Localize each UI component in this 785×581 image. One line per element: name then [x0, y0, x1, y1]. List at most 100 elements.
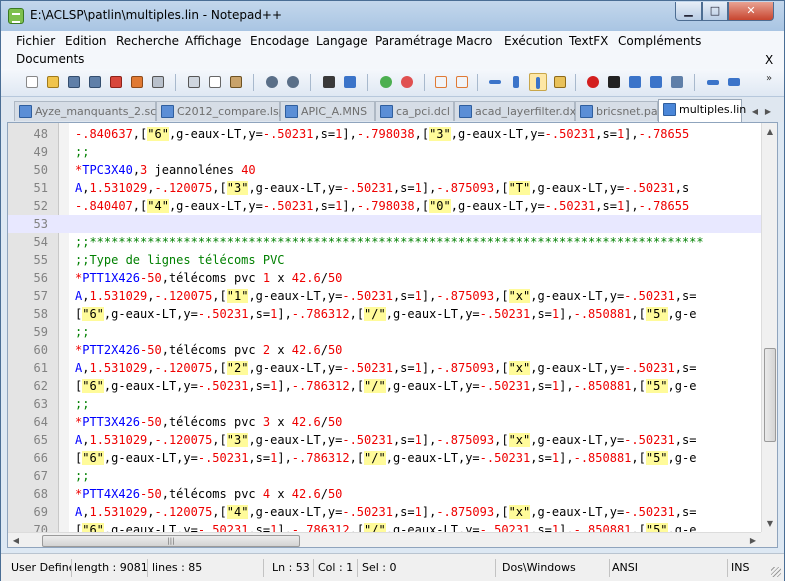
tab-acad-layerfilter[interactable]: acad_layerfilter.dxf — [454, 101, 580, 121]
menu-macro[interactable]: Macro — [456, 34, 492, 48]
redo-icon[interactable] — [284, 73, 302, 91]
line-text: *PTT2X426-50,télécoms pvc 2 x 42.6/50 — [75, 343, 343, 357]
status-insert-mode[interactable]: INS — [729, 559, 765, 577]
text-editor[interactable]: 48 -.840637,["6",g-eaux-LT,y=-.50231,s=1]… — [7, 122, 778, 548]
vertical-scroll-thumb[interactable] — [764, 348, 776, 442]
code-line[interactable]: 65 A,1.531029,-.120075,["3",g-eaux-LT,y=-… — [8, 431, 777, 449]
save-icon[interactable] — [65, 73, 83, 91]
code-line[interactable]: 67;; — [8, 467, 777, 485]
line-text: -.840637,["6",g-eaux-LT,y=-.50231,s=1],-… — [75, 127, 690, 141]
code-line[interactable]: 55 ;;Type de lignes télécoms PVC — [8, 251, 777, 269]
line-text: *PTT1X426-50,télécoms pvc 1 x 42.6/50 — [75, 271, 343, 285]
notepadpp-icon — [8, 8, 24, 24]
title-bar[interactable]: E:\ACLSP\patlin\multiples.lin - Notepad+… — [1, 1, 784, 31]
stop-macro-icon[interactable] — [605, 73, 623, 91]
find-icon[interactable] — [320, 73, 338, 91]
code-line[interactable]: 68 *PTT4X426-50,télécoms pvc 4 x 42.6/50 — [8, 485, 777, 503]
menu-execution[interactable]: Exécution — [504, 34, 563, 48]
code-line[interactable]: 49;; — [8, 143, 777, 161]
code-line[interactable]: 64 *PTT3X426-50,télécoms pvc 3 x 42.6/50 — [8, 413, 777, 431]
tab-apic-mns[interactable]: APIC_A.MNS — [280, 101, 375, 121]
toolbar-separator — [575, 74, 576, 91]
code-line[interactable]: 56 *PTT1X426-50,télécoms pvc 1 x 42.6/50 — [8, 269, 777, 287]
code-line[interactable]: 50 *TPC3X40,3 jeannolénes 40 — [8, 161, 777, 179]
user-lang-icon[interactable] — [551, 73, 569, 91]
code-line[interactable]: 54 ;;************************************… — [8, 233, 777, 251]
code-line[interactable]: 69 A,1.531029,-.120075,["4",g-eaux-LT,y=-… — [8, 503, 777, 521]
tab-scroll-left-icon[interactable]: ◀ — [749, 105, 761, 119]
tab-ca-pci[interactable]: ca_pci.dcl — [375, 101, 454, 121]
close-all-icon[interactable] — [128, 73, 146, 91]
undo-icon[interactable] — [263, 73, 281, 91]
code-line[interactable]: 51 A,1.531029,-.120075,["3",g-eaux-LT,y=-… — [8, 179, 777, 197]
code-line[interactable]: 53 — [8, 215, 777, 233]
replace-icon[interactable] — [341, 73, 359, 91]
save-macro-icon[interactable] — [668, 73, 686, 91]
fold-all-icon[interactable] — [704, 73, 722, 91]
code-line[interactable]: 58 ["6",g-eaux-LT,y=-.50231,s=1],-.786312… — [8, 305, 777, 323]
close-file-icon[interactable] — [107, 73, 125, 91]
menu-documents[interactable]: Documents — [16, 52, 84, 66]
status-eol[interactable]: Dos\Windows — [500, 559, 610, 577]
code-line[interactable]: 61 A,1.531029,-.120075,["2",g-eaux-LT,y=-… — [8, 359, 777, 377]
code-line[interactable]: 63;; — [8, 395, 777, 413]
menu-parametrage[interactable]: Paramétrage — [375, 34, 452, 48]
show-all-chars-icon[interactable] — [507, 73, 525, 91]
print-icon[interactable] — [149, 73, 167, 91]
word-wrap-icon[interactable] — [486, 73, 504, 91]
tab-multiples-lin[interactable]: multiples.lin — [658, 99, 746, 122]
menu-fichier[interactable]: Fichier — [16, 34, 55, 48]
line-number: 57 — [33, 289, 48, 303]
tab-c2012-compare[interactable]: C2012_compare.lsp — [156, 101, 286, 121]
unfold-icon[interactable] — [725, 73, 743, 91]
menu-edition[interactable]: Edition — [65, 34, 107, 48]
tab-bricsnet[interactable]: bricsnet.pat — [575, 101, 662, 121]
zoom-in-icon[interactable] — [377, 73, 395, 91]
status-encoding[interactable]: ANSI — [610, 559, 728, 577]
code-line[interactable]: 60 *PTT2X426-50,télécoms pvc 2 x 42.6/50 — [8, 341, 777, 359]
scroll-right-icon[interactable]: ▶ — [745, 533, 761, 547]
copy-icon[interactable] — [206, 73, 224, 91]
menu-recherche[interactable]: Recherche — [116, 34, 179, 48]
new-file-icon[interactable] — [23, 73, 41, 91]
toolbar-overflow-icon[interactable]: » — [766, 73, 772, 84]
minimize-button[interactable]: ▁ — [675, 2, 702, 21]
code-line[interactable]: 52 -.840407,["4",g-eaux-LT,y=-.50231,s=1]… — [8, 197, 777, 215]
zoom-out-icon[interactable] — [398, 73, 416, 91]
sync-horizontal-icon[interactable] — [453, 73, 471, 91]
scroll-up-icon[interactable]: ▲ — [762, 123, 777, 140]
line-number: 55 — [33, 253, 48, 267]
file-tab-icon — [380, 105, 393, 118]
tab-ayze-manquants[interactable]: Ayze_manquants_2.scr — [14, 101, 161, 121]
horizontal-scrollbar[interactable]: ◀ ||| ▶ — [8, 532, 761, 547]
close-button[interactable]: ✕ — [728, 2, 774, 21]
open-file-icon[interactable] — [44, 73, 62, 91]
cut-icon[interactable] — [185, 73, 203, 91]
menu-complements[interactable]: Compléments — [618, 34, 701, 48]
code-line[interactable]: 48 -.840637,["6",g-eaux-LT,y=-.50231,s=1]… — [8, 125, 777, 143]
menu-textfx[interactable]: TextFX — [569, 34, 608, 48]
code-line[interactable]: 66 ["6",g-eaux-LT,y=-.50231,s=1],-.786312… — [8, 449, 777, 467]
code-line[interactable]: 62 ["6",g-eaux-LT,y=-.50231,s=1],-.786312… — [8, 377, 777, 395]
code-line[interactable]: 59;; — [8, 323, 777, 341]
scroll-left-icon[interactable]: ◀ — [8, 533, 24, 547]
tab-scroll-right-icon[interactable]: ▶ — [762, 105, 774, 119]
horizontal-scroll-thumb[interactable]: ||| — [42, 535, 300, 547]
save-all-icon[interactable] — [86, 73, 104, 91]
resize-grip[interactable] — [771, 567, 781, 577]
vertical-scrollbar[interactable]: ▲ ▼ — [761, 123, 777, 532]
sync-vertical-icon[interactable] — [432, 73, 450, 91]
scroll-down-icon[interactable]: ▼ — [762, 515, 777, 532]
code-line[interactable]: 57 A,1.531029,-.120075,["1",g-eaux-LT,y=-… — [8, 287, 777, 305]
play-multiple-icon[interactable] — [647, 73, 665, 91]
status-lines: lines : 85 — [150, 559, 264, 577]
maximize-button[interactable]: □ — [702, 2, 728, 21]
close-document-button[interactable]: X — [765, 53, 773, 67]
menu-encodage[interactable]: Encodage — [250, 34, 309, 48]
record-macro-icon[interactable] — [584, 73, 602, 91]
play-macro-icon[interactable] — [626, 73, 644, 91]
indent-guide-icon[interactable] — [529, 73, 547, 91]
menu-langage[interactable]: Langage — [316, 34, 368, 48]
paste-icon[interactable] — [227, 73, 245, 91]
menu-affichage[interactable]: Affichage — [185, 34, 241, 48]
